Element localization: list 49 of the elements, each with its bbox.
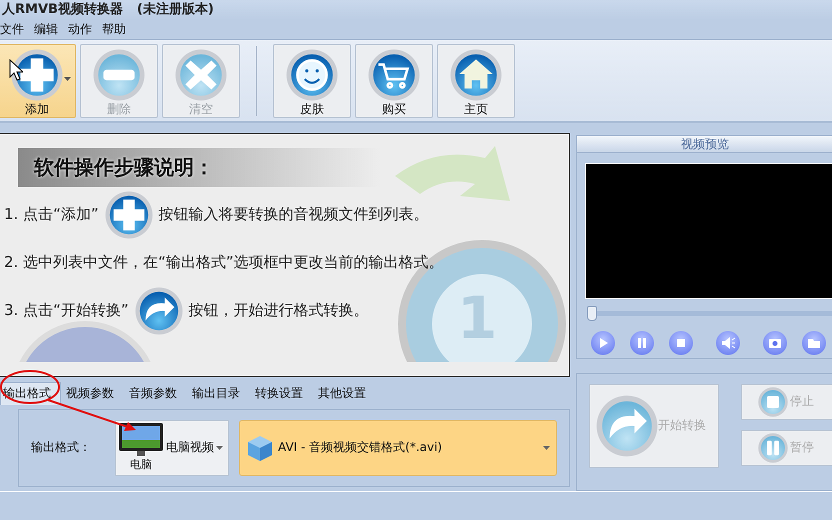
- step-text: 3. 点击“开始转换”: [4, 301, 129, 320]
- pause-icon[interactable]: [630, 330, 654, 355]
- step-text: 按钮输入将要转换的音视频文件到列表。: [158, 205, 429, 224]
- speaker-icon[interactable]: [716, 330, 740, 355]
- menu-item[interactable]: 编辑: [34, 20, 58, 38]
- cursor-icon: [9, 59, 23, 81]
- caret-icon: [543, 446, 550, 450]
- highlight-ellipse: [0, 370, 60, 404]
- step-text: 2. 选中列表中文件，在“输出格式”选项框中更改当前的输出格式。: [4, 253, 444, 272]
- camera-icon[interactable]: [763, 330, 787, 355]
- menu-item[interactable]: 动作: [68, 20, 92, 38]
- tab[interactable]: 输出目录: [189, 382, 250, 405]
- step-text: 按钮，开始进行格式转换。: [188, 301, 369, 320]
- tab[interactable]: 视频参数: [63, 382, 124, 405]
- toolbar-button[interactable]: 添加: [0, 44, 76, 118]
- toolbar-button[interactable]: 主页: [437, 44, 515, 118]
- tab[interactable]: 其他设置: [315, 382, 376, 405]
- format-dropdown[interactable]: AVI - 音频视频交错格式(*.avi): [239, 420, 557, 476]
- preview-title: 视频预览: [577, 136, 832, 153]
- caret-icon: [216, 446, 223, 450]
- output-format-label: 输出格式：: [31, 439, 92, 456]
- smiley-icon: [286, 48, 338, 101]
- folder-icon[interactable]: [802, 330, 826, 355]
- format-value: AVI - 音频视频交错格式(*.avi): [278, 439, 444, 456]
- plus-icon: [11, 48, 63, 101]
- pause-icon: [758, 432, 788, 463]
- menu-item[interactable]: 帮助: [102, 20, 126, 38]
- device-dropdown[interactable]: 电脑 电脑视频: [115, 420, 229, 476]
- device-name: 电脑视频: [166, 439, 214, 456]
- house-icon: [450, 48, 502, 101]
- plus-icon: [104, 190, 153, 239]
- monitor-icon: [118, 423, 164, 458]
- tab[interactable]: 转换设置: [252, 382, 313, 405]
- stop-icon[interactable]: [669, 330, 693, 355]
- stop-icon: [758, 386, 788, 417]
- toolbar-button[interactable]: 购买: [355, 44, 433, 118]
- device-caption: 电脑: [130, 457, 152, 472]
- toolbar-button[interactable]: 皮肤: [273, 44, 351, 118]
- window-subtitle: (未注册版本): [136, 0, 214, 18]
- window-title: 人RMVB视频转换器: [2, 1, 123, 18]
- play-icon[interactable]: [591, 330, 615, 355]
- cross-icon: [175, 48, 227, 101]
- cart-icon: [368, 48, 420, 101]
- minus-icon: [93, 48, 145, 101]
- seek-thumb[interactable]: [587, 306, 597, 321]
- tab[interactable]: 音频参数: [126, 382, 187, 405]
- menu-item[interactable]: 文件: [0, 20, 24, 38]
- step-text: 1. 点击“添加”: [4, 205, 99, 224]
- box-icon: [246, 434, 274, 462]
